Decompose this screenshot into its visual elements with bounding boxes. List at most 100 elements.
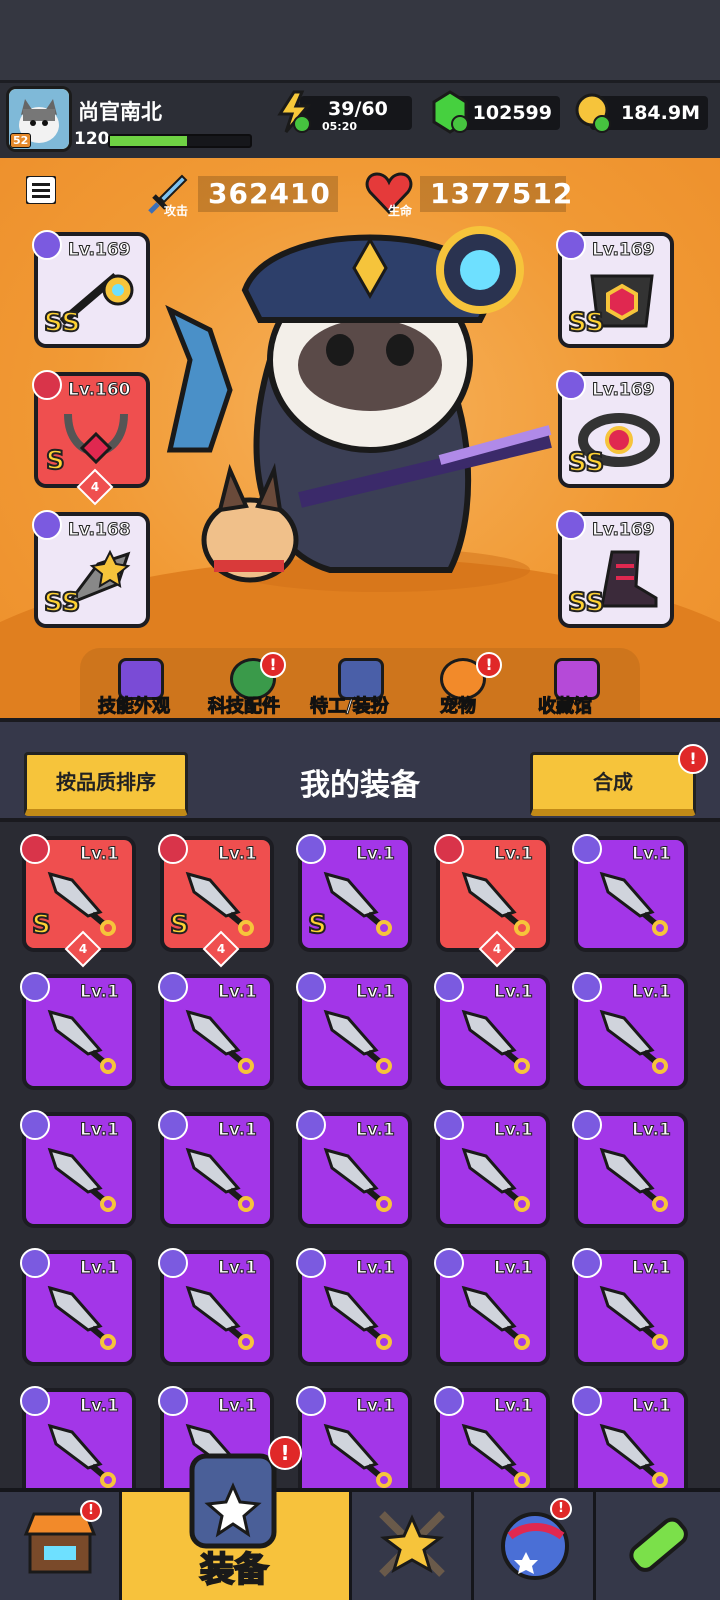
nav-tab-planet[interactable]: ! xyxy=(474,1492,596,1600)
sort-by-quality-button[interactable]: 按品质排序 xyxy=(24,752,188,816)
item-type-badge xyxy=(434,1248,464,1278)
inventory-item[interactable]: Lv.1 xyxy=(20,1110,136,1228)
kunai-icon xyxy=(599,1009,668,1074)
inventory-item[interactable]: Lv.1 S 4 xyxy=(158,834,274,968)
merge-button[interactable]: 合成 xyxy=(530,752,696,816)
notification-badge: ! xyxy=(260,652,286,678)
inventory-item[interactable]: Lv.1 xyxy=(572,1386,688,1488)
armor-icon xyxy=(556,230,586,260)
sub-nav-skill-skin[interactable]: 技能外观 xyxy=(98,658,188,718)
item-level: Lv.1 xyxy=(632,844,672,865)
inventory-item[interactable]: Lv.1 xyxy=(20,972,136,1090)
xp-bar-fill xyxy=(110,136,187,146)
inventory-item[interactable]: Lv.1 xyxy=(158,1110,274,1228)
kunai-icon xyxy=(42,1280,122,1354)
item-level: Lv.1 xyxy=(494,982,534,1003)
inventory-item[interactable]: Lv.1 xyxy=(20,1386,136,1488)
item-level: Lv.1 xyxy=(218,844,258,865)
kunai-icon xyxy=(42,1418,122,1488)
nav-tab-lab[interactable] xyxy=(596,1492,720,1600)
player-avatar[interactable]: 52 xyxy=(6,86,72,152)
kunai-icon xyxy=(47,871,116,936)
item-type-badge xyxy=(434,834,464,864)
inventory-item[interactable]: Lv.1 xyxy=(296,1248,412,1366)
tier-label: S xyxy=(31,909,52,941)
chain-item-icon xyxy=(64,413,128,465)
inventory-item[interactable]: Lv.1 xyxy=(572,834,688,952)
item-type-badge xyxy=(296,972,326,1002)
kunai-icon xyxy=(461,1147,530,1212)
gem-value: 102599 xyxy=(472,102,552,124)
star-count: 4 xyxy=(78,942,88,956)
kunai-icon xyxy=(599,1423,668,1488)
item-type-badge xyxy=(296,1386,326,1416)
equipped-slot-boot[interactable]: Lv.169 SS xyxy=(556,510,674,628)
inventory-item[interactable]: Lv.1 xyxy=(158,1248,274,1366)
item-type-badge xyxy=(572,834,602,864)
kunai-icon xyxy=(318,1142,398,1216)
item-level: Lv.1 xyxy=(356,844,396,865)
kunai-icon xyxy=(318,1418,398,1488)
equipped-slot-armor[interactable]: Lv.169 SS xyxy=(556,230,674,348)
sub-nav-tech[interactable]: ! 科技配件 xyxy=(208,652,298,718)
item-type-badge xyxy=(158,834,188,864)
item-level: Lv.1 xyxy=(494,1258,534,1279)
inventory-item[interactable]: Lv.1 S xyxy=(296,834,412,952)
kunai-icon xyxy=(456,1004,536,1078)
item-type-badge xyxy=(20,972,50,1002)
inventory-item[interactable]: Lv.1 xyxy=(434,972,550,1090)
kunai-icon xyxy=(594,1142,674,1216)
sub-nav-collection[interactable]: 收藏馆 xyxy=(538,658,618,718)
inventory-item[interactable]: Lv.1 S 4 xyxy=(20,834,136,968)
energy-timer: 05:20 xyxy=(322,120,358,133)
inventory-item[interactable]: Lv.1 xyxy=(434,1110,550,1228)
inventory-item[interactable]: Lv.1 xyxy=(572,1110,688,1228)
star-count: 4 xyxy=(216,942,226,956)
menu-icon[interactable] xyxy=(26,176,56,204)
item-type-badge xyxy=(158,1110,188,1140)
inventory-grid: Lv.1 S 4 Lv.1 S 4 Lv.1 S Lv.1 4 Lv.1 Lv.1 Lv.1 Lv.1 Lv… xyxy=(0,822,720,1488)
inventory-item[interactable]: Lv.1 xyxy=(434,1248,550,1366)
inventory-item[interactable]: Lv.1 xyxy=(296,1110,412,1228)
tier-label: S xyxy=(45,445,66,477)
kunai-icon xyxy=(185,1147,254,1212)
item-level: Lv.1 xyxy=(218,1396,258,1417)
equipped-slot-weapon[interactable]: Lv.169 SS xyxy=(32,230,150,348)
sub-nav-agent[interactable]: 特工/装扮 xyxy=(310,658,410,718)
item-type-badge xyxy=(20,1110,50,1140)
green-gem-icon xyxy=(432,90,469,134)
tier-label: SS xyxy=(567,307,605,339)
kunai-icon xyxy=(47,1009,116,1074)
nav-tab-battle[interactable] xyxy=(352,1492,474,1600)
kunai-icon xyxy=(185,871,254,936)
inventory-item[interactable]: Lv.1 xyxy=(158,972,274,1090)
kunai-icon xyxy=(461,1009,530,1074)
inventory-item[interactable]: Lv.1 xyxy=(296,1386,412,1488)
inventory-item[interactable]: Lv.1 xyxy=(20,1248,136,1366)
slot-level: Lv.169 xyxy=(591,380,655,401)
health-value: 1377512 xyxy=(420,176,572,212)
inventory-item[interactable]: Lv.1 xyxy=(572,1248,688,1366)
inventory-item[interactable]: Lv.1 xyxy=(296,972,412,1090)
item-type-badge xyxy=(572,1386,602,1416)
inventory-item[interactable]: Lv.1 xyxy=(572,972,688,1090)
tier-label: SS xyxy=(567,447,605,479)
equipped-slot-necklace[interactable]: Lv.160 S 4 xyxy=(32,370,150,506)
sub-nav-label: 特工/装扮 xyxy=(310,696,390,718)
inventory-item[interactable]: Lv.1 xyxy=(434,1386,550,1488)
notification-badge: ! xyxy=(550,1498,572,1520)
kunai-icon xyxy=(456,1142,536,1216)
sub-nav-pet[interactable]: ! 宠物 xyxy=(436,652,502,718)
nav-tab-shop[interactable]: ! xyxy=(0,1492,122,1600)
item-type-badge xyxy=(434,972,464,1002)
equipped-slot-belt[interactable]: Lv.169 SS xyxy=(556,370,674,488)
inventory-item[interactable]: Lv.1 4 xyxy=(434,834,550,968)
gold-coin-icon xyxy=(575,93,611,133)
item-type-badge xyxy=(296,1248,326,1278)
equipped-slot-glove[interactable]: Lv.168 SS xyxy=(32,510,150,628)
merge-notification-badge: ! xyxy=(678,744,708,774)
tier-label: S xyxy=(169,909,190,941)
item-level: Lv.1 xyxy=(632,1396,672,1417)
inventory-title: 我的装备 xyxy=(300,768,420,803)
energy-counter[interactable]: 39/60 05:20 xyxy=(300,96,412,133)
